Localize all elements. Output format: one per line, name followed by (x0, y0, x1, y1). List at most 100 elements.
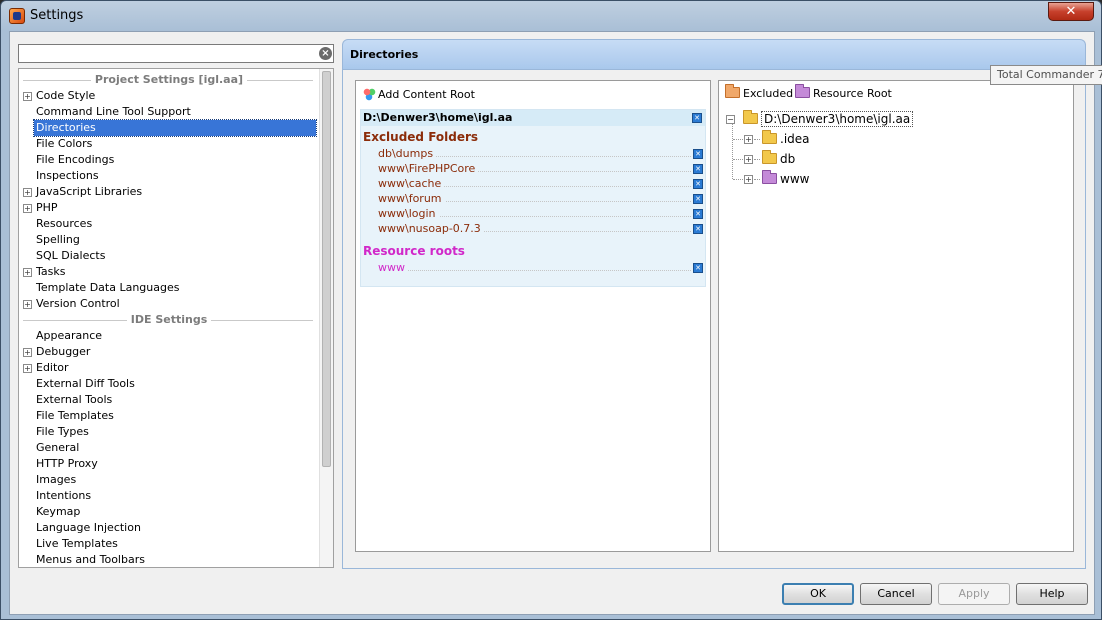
tree-item-label: File Encodings (36, 153, 115, 166)
tree-item-http-proxy[interactable]: HTTP Proxy (19, 456, 319, 472)
tree-item-general[interactable]: General (19, 440, 319, 456)
content-header: Directories (342, 39, 1086, 69)
excluded-folder-icon (725, 84, 740, 98)
tree-item-tasks[interactable]: + Tasks (19, 264, 319, 280)
remove-folder-icon[interactable]: ✕ (693, 149, 703, 159)
file-tree-node-label: .idea (780, 132, 810, 146)
tree-item-php[interactable]: + PHP (19, 200, 319, 216)
settings-window: Settings ✕ × Project Settings [igl.aa] +… (0, 0, 1102, 620)
title-bar[interactable]: Settings ✕ (1, 1, 1101, 31)
settings-search-input[interactable]: × (18, 44, 334, 63)
file-tree-toolbar: Excluded Resource Root (719, 81, 1073, 109)
resource-root-row[interactable]: www ✕ (361, 260, 705, 275)
remove-folder-icon[interactable]: ✕ (693, 164, 703, 174)
tree-item-editor[interactable]: + Editor (19, 360, 319, 376)
tree-item-file-colors[interactable]: File Colors (19, 136, 319, 152)
excluded-folder-row[interactable]: www\nusoap-0.7.3 ✕ (361, 221, 705, 236)
add-content-root-button[interactable]: Add Content Root (362, 87, 475, 101)
tree-item-label: Command Line Tool Support (36, 105, 191, 118)
tree-item-external-diff-tools[interactable]: External Diff Tools (19, 376, 319, 392)
tree-item-file-encodings[interactable]: File Encodings (19, 152, 319, 168)
tree-item-javascript-libraries[interactable]: + JavaScript Libraries (19, 184, 319, 200)
remove-folder-icon[interactable]: ✕ (693, 194, 703, 204)
mark-excluded-button[interactable]: Excluded (725, 84, 793, 100)
excluded-folder-row[interactable]: www\forum ✕ (361, 191, 705, 206)
tree-item-inspections[interactable]: Inspections (19, 168, 319, 184)
expand-icon[interactable]: + (23, 348, 32, 357)
file-tree-node-label: www (780, 172, 810, 186)
file-tree-node[interactable]: + www (723, 169, 1069, 189)
tree-item-label: Language Injection (36, 521, 141, 534)
expand-icon[interactable]: + (744, 155, 753, 164)
remove-folder-icon[interactable]: ✕ (693, 263, 703, 273)
tree-item-language-injection[interactable]: Language Injection (19, 520, 319, 536)
excluded-folder-row[interactable]: www\login ✕ (361, 206, 705, 221)
directories-panel: Add Content Root D:\Denwer3\home\igl.aa … (342, 69, 1086, 569)
help-button[interactable]: Help (1016, 583, 1088, 605)
folder-icon (762, 130, 777, 144)
expand-icon[interactable]: + (23, 364, 32, 373)
tree-item-label: General (36, 441, 80, 454)
cancel-button[interactable]: Cancel (860, 583, 932, 605)
tree-item-version-control[interactable]: + Version Control (19, 296, 319, 312)
content-roots-pane: Add Content Root D:\Denwer3\home\igl.aa … (355, 80, 711, 552)
page-title: Directories (350, 48, 419, 61)
expand-icon[interactable]: + (744, 175, 753, 184)
tree-item-resources[interactable]: Resources (19, 216, 319, 232)
apply-button[interactable]: Apply (938, 583, 1010, 605)
tree-item-keymap[interactable]: Keymap (19, 504, 319, 520)
tree-item-appearance[interactable]: Appearance (19, 328, 319, 344)
tree-item-label: External Diff Tools (36, 377, 135, 390)
file-tree-root[interactable]: − D:\Denwer3\home\igl.aa (723, 109, 1069, 129)
expand-icon[interactable]: + (744, 135, 753, 144)
tree-item-label: Appearance (36, 329, 103, 342)
excluded-folder-row[interactable]: www\cache ✕ (361, 176, 705, 191)
tree-item-images[interactable]: Images (19, 472, 319, 488)
remove-content-root-icon[interactable]: ✕ (692, 113, 702, 123)
tree-item-label: File Templates (36, 409, 114, 422)
tree-item-menus-and-toolbars[interactable]: Menus and Toolbars (19, 552, 319, 567)
remove-folder-icon[interactable]: ✕ (693, 224, 703, 234)
expand-icon[interactable]: + (23, 300, 32, 309)
scrollbar-thumb[interactable] (322, 71, 331, 467)
ok-button[interactable]: OK (782, 583, 854, 605)
expand-icon[interactable]: + (23, 92, 32, 101)
expand-icon[interactable]: + (23, 188, 32, 197)
tree-item-file-types[interactable]: File Types (19, 424, 319, 440)
clear-search-icon[interactable]: × (319, 47, 332, 60)
tree-item-template-data-languages[interactable]: Template Data Languages (19, 280, 319, 296)
collapse-icon[interactable]: − (726, 115, 735, 124)
resource-folder-icon (762, 170, 777, 184)
file-tree-pane: Excluded Resource Root − D:\Denwer3\home… (718, 80, 1074, 552)
add-content-root-icon (362, 87, 376, 101)
mark-resource-root-button[interactable]: Resource Root (795, 84, 892, 100)
tree-item-label: Live Templates (36, 537, 118, 550)
file-tree-node[interactable]: + .idea (723, 129, 1069, 149)
folder-icon (762, 150, 777, 164)
close-button[interactable]: ✕ (1048, 2, 1094, 21)
tree-item-label: Directories (33, 119, 317, 137)
expand-icon[interactable]: + (23, 268, 32, 277)
tree-item-debugger[interactable]: + Debugger (19, 344, 319, 360)
tree-item-external-tools[interactable]: External Tools (19, 392, 319, 408)
tree-item-directories[interactable]: Directories (19, 119, 319, 137)
content-root-card: D:\Denwer3\home\igl.aa ✕ Excluded Folder… (360, 109, 706, 287)
tree-item-code-style[interactable]: + Code Style (19, 88, 319, 104)
content-root-path[interactable]: D:\Denwer3\home\igl.aa ✕ (361, 110, 705, 126)
tree-item-live-templates[interactable]: Live Templates (19, 536, 319, 552)
tree-item-command-line-tool-support[interactable]: Command Line Tool Support (19, 104, 319, 120)
excluded-folder-row[interactable]: www\FirePHPCore ✕ (361, 161, 705, 176)
file-tree-node[interactable]: + db (723, 149, 1069, 169)
tree-item-intentions[interactable]: Intentions (19, 488, 319, 504)
remove-folder-icon[interactable]: ✕ (693, 209, 703, 219)
excluded-folder-row[interactable]: db\dumps ✕ (361, 146, 705, 161)
folder-path: db\dumps (378, 147, 437, 160)
ide-settings-header: IDE Settings (19, 312, 319, 328)
settings-tree-scrollbar[interactable] (319, 69, 333, 567)
tree-item-sql-dialects[interactable]: SQL Dialects (19, 248, 319, 264)
tree-item-file-templates[interactable]: File Templates (19, 408, 319, 424)
tree-item-spelling[interactable]: Spelling (19, 232, 319, 248)
tree-item-label: Images (36, 473, 77, 486)
remove-folder-icon[interactable]: ✕ (693, 179, 703, 189)
expand-icon[interactable]: + (23, 204, 32, 213)
